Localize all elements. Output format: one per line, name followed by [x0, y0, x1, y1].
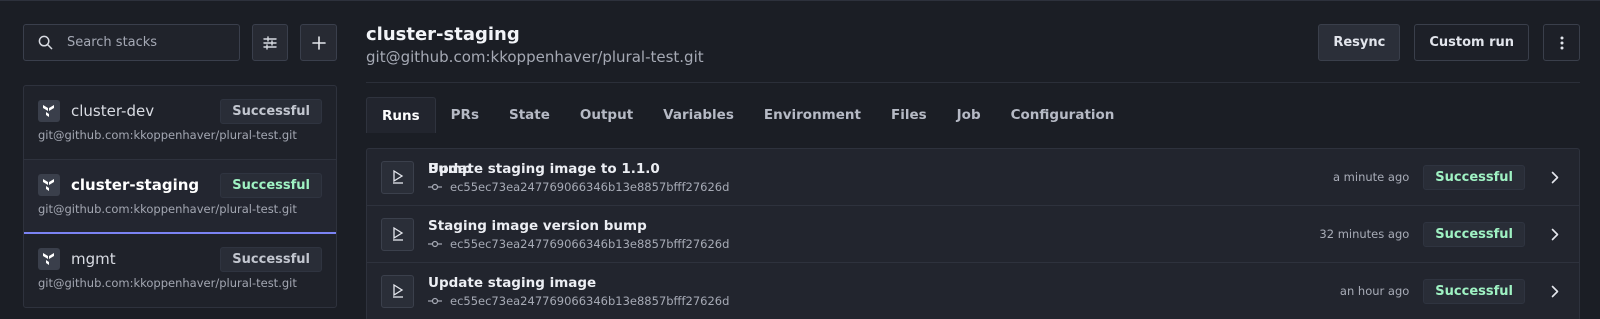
stack-item[interactable]: mgmt Successful git@github.com:kkoppenha…: [24, 234, 336, 307]
tab-state[interactable]: State: [494, 97, 565, 133]
run-icon: [381, 160, 414, 194]
stack-name: mgmt: [71, 250, 116, 268]
terraform-icon: [38, 100, 60, 122]
status-badge: Successful: [220, 98, 322, 124]
stack-name: cluster-dev: [71, 102, 155, 120]
page-title: cluster-staging: [366, 24, 520, 45]
runs-list: Update staging image to 1.1.0 Bump ec55e…: [366, 148, 1580, 319]
run-message: Staging image version bump: [428, 217, 647, 234]
tab-configuration[interactable]: Configuration: [996, 97, 1130, 133]
tab-environment[interactable]: Environment: [749, 97, 876, 133]
tab-runs[interactable]: Runs: [366, 97, 436, 133]
tab-bar: Runs PRs State Output Variables Environm…: [366, 97, 1580, 133]
stack-header: cluster-staging git@github.com:kkoppenha…: [366, 0, 1580, 83]
tab-job[interactable]: Job: [942, 97, 996, 133]
chevron-right-icon[interactable]: [1545, 285, 1565, 298]
stack-item[interactable]: cluster-dev Successful git@github.com:kk…: [24, 86, 336, 160]
run-message: Update staging image: [428, 274, 597, 291]
status-badge: Successful: [220, 246, 322, 272]
chevron-right-icon[interactable]: [1545, 228, 1565, 241]
commit-icon: [428, 297, 442, 304]
sliders-icon: [263, 35, 277, 50]
commit-sha: ec55ec73ea247769066346b13e8857bfff27626d: [450, 293, 730, 308]
run-message: Update staging image to 1.1.0: [428, 160, 660, 177]
search-icon: [38, 35, 53, 50]
tab-files[interactable]: Files: [876, 97, 942, 133]
stack-repo: git@github.com:kkoppenhaver/plural-test.…: [38, 202, 297, 216]
run-commit: ec55ec73ea247769066346b13e8857bfff27626d: [428, 180, 1333, 194]
resync-button[interactable]: Resync: [1318, 24, 1401, 61]
terraform-icon: [38, 248, 60, 270]
stacks-sidebar: cluster-dev Successful git@github.com:kk…: [23, 24, 338, 308]
run-row[interactable]: Update staging image to 1.1.0 Bump ec55e…: [367, 149, 1579, 206]
commit-icon: [428, 183, 442, 190]
stack-list: cluster-dev Successful git@github.com:kk…: [23, 85, 337, 308]
chevron-right-icon[interactable]: [1545, 171, 1565, 184]
run-icon: [381, 217, 414, 251]
tab-variables[interactable]: Variables: [648, 97, 749, 133]
commit-icon: [428, 240, 442, 247]
run-message-overlap: Bump: [428, 160, 472, 177]
stack-repo: git@github.com:kkoppenhaver/plural-test.…: [38, 128, 297, 142]
run-commit: ec55ec73ea247769066346b13e8857bfff27626d: [428, 237, 1319, 251]
run-row[interactable]: Update staging image ec55ec73ea247769066…: [367, 263, 1579, 319]
commit-sha: ec55ec73ea247769066346b13e8857bfff27626d: [450, 236, 730, 251]
run-commit: ec55ec73ea247769066346b13e8857bfff27626d: [428, 294, 1340, 308]
more-menu-button[interactable]: [1543, 24, 1580, 61]
status-badge: Successful: [1423, 278, 1525, 304]
run-timestamp: a minute ago: [1332, 170, 1410, 184]
status-badge: Successful: [1423, 164, 1525, 190]
tab-prs[interactable]: PRs: [436, 97, 494, 133]
run-timestamp: an hour ago: [1339, 284, 1410, 298]
search-input[interactable]: [67, 35, 217, 50]
filter-button[interactable]: [251, 24, 289, 61]
plus-icon: [311, 35, 326, 50]
stack-detail: cluster-staging git@github.com:kkoppenha…: [366, 0, 1580, 319]
search-box[interactable]: [23, 24, 240, 61]
run-icon: [381, 274, 414, 308]
status-badge: Successful: [220, 172, 322, 198]
header-actions: Resync Custom run: [1318, 24, 1580, 61]
tab-output[interactable]: Output: [565, 97, 648, 133]
run-timestamp: 32 minutes ago: [1319, 227, 1410, 241]
custom-run-button[interactable]: Custom run: [1414, 24, 1529, 61]
kebab-icon: [1560, 36, 1563, 49]
stack-name: cluster-staging: [71, 176, 200, 194]
run-row[interactable]: Staging image version bump ec55ec73ea247…: [367, 206, 1579, 263]
sidebar-toolbar: [23, 24, 338, 61]
terraform-icon: [38, 174, 60, 196]
commit-sha: ec55ec73ea247769066346b13e8857bfff27626d: [450, 179, 730, 194]
stack-item-selected[interactable]: cluster-staging Successful git@github.co…: [24, 160, 336, 234]
status-badge: Successful: [1423, 221, 1525, 247]
page-subtitle: git@github.com:kkoppenhaver/plural-test.…: [366, 48, 704, 66]
add-stack-button[interactable]: [300, 24, 338, 61]
stack-repo: git@github.com:kkoppenhaver/plural-test.…: [38, 276, 297, 290]
